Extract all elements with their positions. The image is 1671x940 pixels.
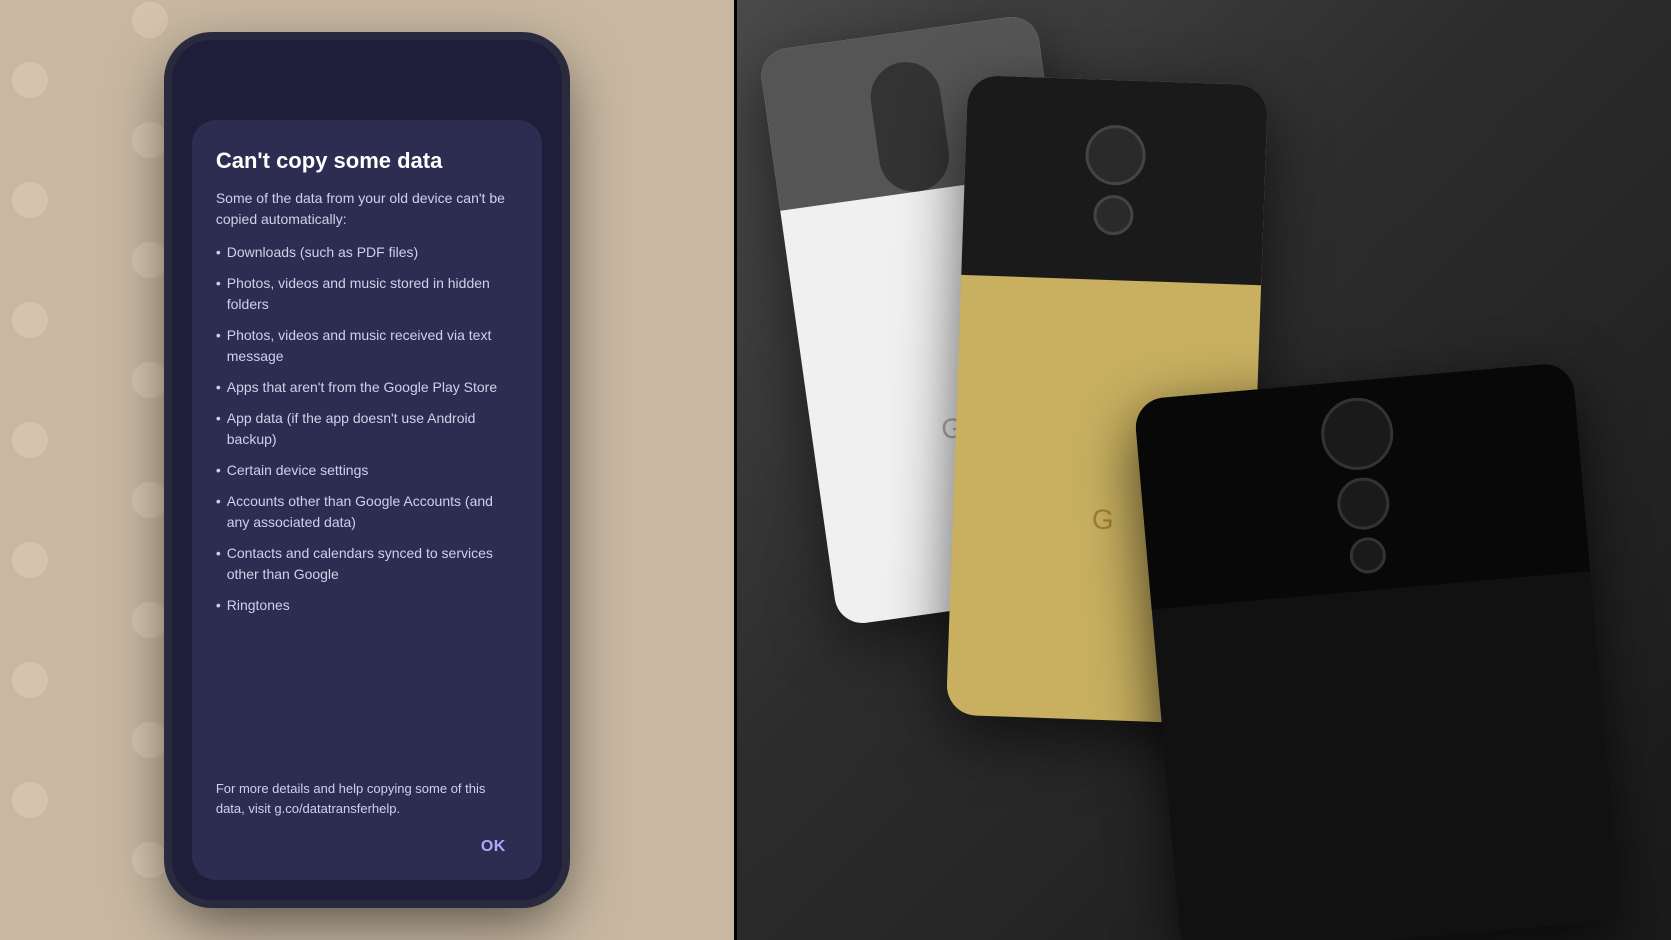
black-lens-group xyxy=(1318,395,1405,577)
bullet-icon: • xyxy=(216,491,221,512)
dialog-ok-row: OK xyxy=(216,834,518,860)
list-item: • Certain device settings xyxy=(216,460,518,481)
list-item: • Contacts and calendars synced to servic… xyxy=(216,543,518,585)
pixel-6pro-secondary-lens xyxy=(1092,194,1133,235)
list-item: • Photos, videos and music stored in hidd… xyxy=(216,273,518,315)
phone-device: Can't copy some data Some of the data fr… xyxy=(172,40,562,900)
list-item-text: Downloads (such as PDF files) xyxy=(227,242,418,263)
list-item: • Photos, videos and music received via t… xyxy=(216,325,518,367)
list-item-text: Contacts and calendars synced to service… xyxy=(227,543,518,585)
list-item-text: Apps that aren't from the Google Play St… xyxy=(227,377,497,398)
dialog-card: Can't copy some data Some of the data fr… xyxy=(192,120,542,880)
bullet-icon: • xyxy=(216,408,221,429)
list-item-text: Photos, videos and music stored in hidde… xyxy=(227,273,518,315)
pixel-6pro-main-lens xyxy=(1084,124,1146,186)
left-panel: Can't copy some data Some of the data fr… xyxy=(0,0,734,940)
bullet-icon: • xyxy=(216,325,221,346)
pixel-7a-lens xyxy=(866,58,953,196)
bullet-icon: • xyxy=(216,377,221,398)
ok-button[interactable]: OK xyxy=(473,834,514,860)
list-item-text: Accounts other than Google Accounts (and… xyxy=(227,491,518,533)
pixel-6pro-camera-bar xyxy=(961,75,1268,285)
phone-screen: Can't copy some data Some of the data fr… xyxy=(172,40,562,900)
list-item-text: Ringtones xyxy=(227,595,290,616)
dialog-subtitle: Some of the data from your old device ca… xyxy=(216,188,518,230)
right-panel: G G xyxy=(737,0,1671,940)
list-item: • Accounts other than Google Accounts (an… xyxy=(216,491,518,533)
list-item: • Ringtones xyxy=(216,595,518,616)
bullet-icon: • xyxy=(216,543,221,564)
bullet-icon: • xyxy=(216,273,221,294)
dialog-footer: For more details and help copying some o… xyxy=(216,779,518,818)
list-item-text: Certain device settings xyxy=(227,460,369,481)
bullet-icon: • xyxy=(216,595,221,616)
black-lens-small xyxy=(1348,536,1387,575)
list-item: • App data (if the app doesn't use Androi… xyxy=(216,408,518,450)
list-item: • Downloads (such as PDF files) xyxy=(216,242,518,263)
black-lens-med xyxy=(1335,475,1391,531)
black-lens-large xyxy=(1318,395,1396,473)
pixel-6pro-black xyxy=(1133,362,1620,940)
dialog-items-list: • Downloads (such as PDF files) • Photos, v… xyxy=(216,242,518,767)
list-item-text: Photos, videos and music received via te… xyxy=(227,325,518,367)
list-item: • Apps that aren't from the Google Play S… xyxy=(216,377,518,398)
bullet-icon: • xyxy=(216,242,221,263)
list-item-text: App data (if the app doesn't use Android… xyxy=(227,408,518,450)
bullet-icon: • xyxy=(216,460,221,481)
dialog-title: Can't copy some data xyxy=(216,148,518,174)
pixel-6pro-black-camera-bar xyxy=(1133,362,1590,610)
pixel-6pro-logo: G xyxy=(1082,499,1123,540)
